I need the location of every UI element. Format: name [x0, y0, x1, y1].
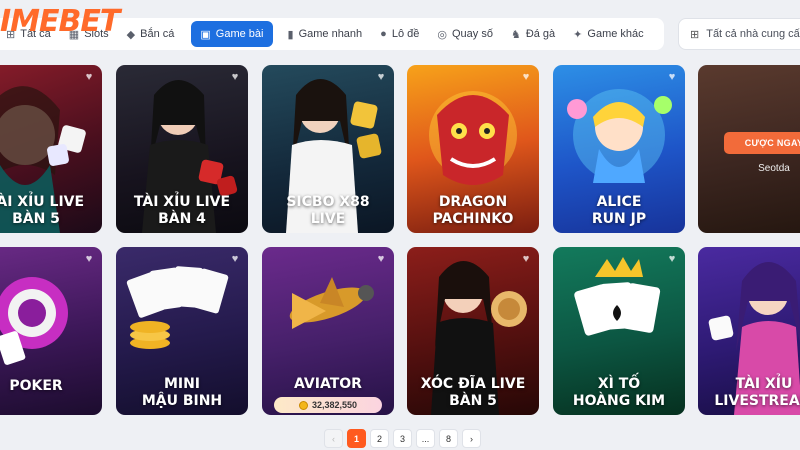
heart-icon[interactable]: ♥ [228, 70, 242, 84]
bar-chart-icon: ▮ [287, 28, 294, 41]
heart-icon[interactable]: ♥ [374, 252, 388, 266]
tab-label: Bắn cá [140, 28, 175, 40]
jackpot-badge: 32,382,550 [274, 397, 382, 413]
dial-icon: ◎ [437, 28, 447, 41]
tab-fish[interactable]: ◆ Bắn cá [118, 21, 184, 47]
game-title-line2: LIVE [310, 211, 346, 227]
game-card-taixiu-live-4[interactable]: ♥ TÀI XỈU LIVE BÀN 4 [116, 65, 248, 233]
tab-label: Game bài [215, 28, 264, 40]
game-title-line2: RUN JP [591, 211, 647, 227]
heart-icon[interactable]: ♥ [665, 252, 679, 266]
fish-icon: ◆ [126, 28, 136, 41]
next-page-button[interactable]: › [462, 429, 481, 448]
tab-label: Quay số [451, 28, 493, 40]
heart-icon[interactable]: ♥ [82, 252, 96, 266]
coin-icon [298, 400, 308, 410]
page-button[interactable]: 2 [370, 429, 389, 448]
tab-number-draw[interactable]: ◎ Quay số [428, 21, 502, 47]
game-title-line1: SICBO X88 [286, 194, 370, 210]
pagination: ‹ 1 2 3 ... 8 › [324, 429, 481, 448]
page-button[interactable]: 1 [347, 429, 366, 448]
heart-icon[interactable]: ♥ [519, 70, 533, 84]
tab-quick-games[interactable]: ▮ Game nhanh [279, 21, 372, 47]
game-card-seotda[interactable]: CƯỢC NGAY Seotda [698, 65, 800, 233]
puzzle-icon: ✦ [573, 28, 583, 41]
game-title-line2: HOÀNG KIM [572, 393, 666, 409]
game-title-line2: PACHINKO [432, 211, 514, 227]
game-title-line1: AVIATOR [294, 376, 362, 392]
ball-icon: ● [380, 28, 387, 40]
grid-icon: ⊞ [690, 28, 700, 41]
jackpot-amount: 32,382,550 [311, 400, 358, 410]
heart-icon[interactable]: ♥ [228, 252, 242, 266]
game-title-line1: TÀI XỈU LIVE [133, 194, 231, 210]
tab-lottery[interactable]: ● Lô đề [371, 21, 428, 47]
game-title-line2: BÀN 5 [12, 211, 60, 227]
rooster-icon: ♞ [510, 28, 521, 41]
game-card-xi-to-hoang-kim[interactable]: ♥ XÌ TỐ HOÀNG KIM [553, 247, 685, 415]
game-title-line1: POKER [9, 378, 63, 394]
heart-icon[interactable]: ♥ [374, 70, 388, 84]
game-card-mini-mau-binh[interactable]: ♥ MINI MẬU BINH [116, 247, 248, 415]
game-card-sicbo-x88[interactable]: ♥ SICBO X88 LIVE [262, 65, 394, 233]
game-name: Seotda [758, 163, 790, 174]
game-title-line1: XÌ TỐ [597, 376, 641, 392]
provider-filter[interactable]: ⊞ Tất cả nhà cung cấp [678, 18, 800, 50]
tab-card-games[interactable]: ▣ Game bài [191, 21, 273, 47]
tab-other-games[interactable]: ✦ Game khác [564, 21, 652, 47]
game-title-line1: TÀI XỈU [735, 376, 793, 392]
provider-filter-label: Tất cả nhà cung cấp [706, 28, 800, 40]
card-icon: ▣ [200, 28, 211, 41]
prev-page-button[interactable]: ‹ [324, 429, 343, 448]
page-button[interactable]: 8 [439, 429, 458, 448]
tab-label: Lô đề [391, 28, 420, 40]
game-card-taixiu-livestream[interactable]: ♥ TÀI XỈU LIVESTREAM [698, 247, 800, 415]
game-card-alice-run-jp[interactable]: ♥ ALICE RUN JP [553, 65, 685, 233]
game-card-taixiu-live-5[interactable]: ♥ TÀI XỈU LIVE BÀN 5 [0, 65, 102, 233]
game-title-line1: TÀI XỈU LIVE [0, 194, 85, 210]
game-card-dragon-pachinko[interactable]: ♥ DRAGON PACHINKO [407, 65, 539, 233]
play-now-button[interactable]: CƯỢC NGAY [724, 132, 800, 154]
game-card-xoc-dia-live-5[interactable]: ♥ XÓC ĐĨA LIVE BÀN 5 [407, 247, 539, 415]
game-title-line1: MINI [163, 376, 201, 392]
tab-label: Đá gà [525, 28, 556, 40]
game-title-line2: MẬU BINH [141, 393, 223, 409]
tab-label: Game khác [587, 28, 644, 40]
brand-logo[interactable]: IMEBET [0, 4, 120, 39]
tab-cockfight[interactable]: ♞ Đá gà [502, 21, 564, 47]
page-button[interactable]: 3 [393, 429, 412, 448]
game-title-line2: BÀN 5 [449, 393, 497, 409]
heart-icon[interactable]: ♥ [82, 70, 96, 84]
game-title-line1: DRAGON [438, 194, 508, 210]
game-card-poker[interactable]: ♥ POKER [0, 247, 102, 415]
tab-label: Game nhanh [298, 28, 363, 40]
game-title-line1: ALICE [596, 194, 642, 210]
game-title-line2: BÀN 4 [158, 211, 206, 227]
page-ellipsis: ... [416, 429, 435, 448]
heart-icon[interactable]: ♥ [519, 252, 533, 266]
game-card-aviator[interactable]: ♥ AVIATOR 32,382,550 [262, 247, 394, 415]
heart-icon[interactable]: ♥ [665, 70, 679, 84]
game-title-line1: XÓC ĐĨA LIVE [420, 376, 526, 392]
game-title-line2: LIVESTREAM [714, 393, 800, 409]
